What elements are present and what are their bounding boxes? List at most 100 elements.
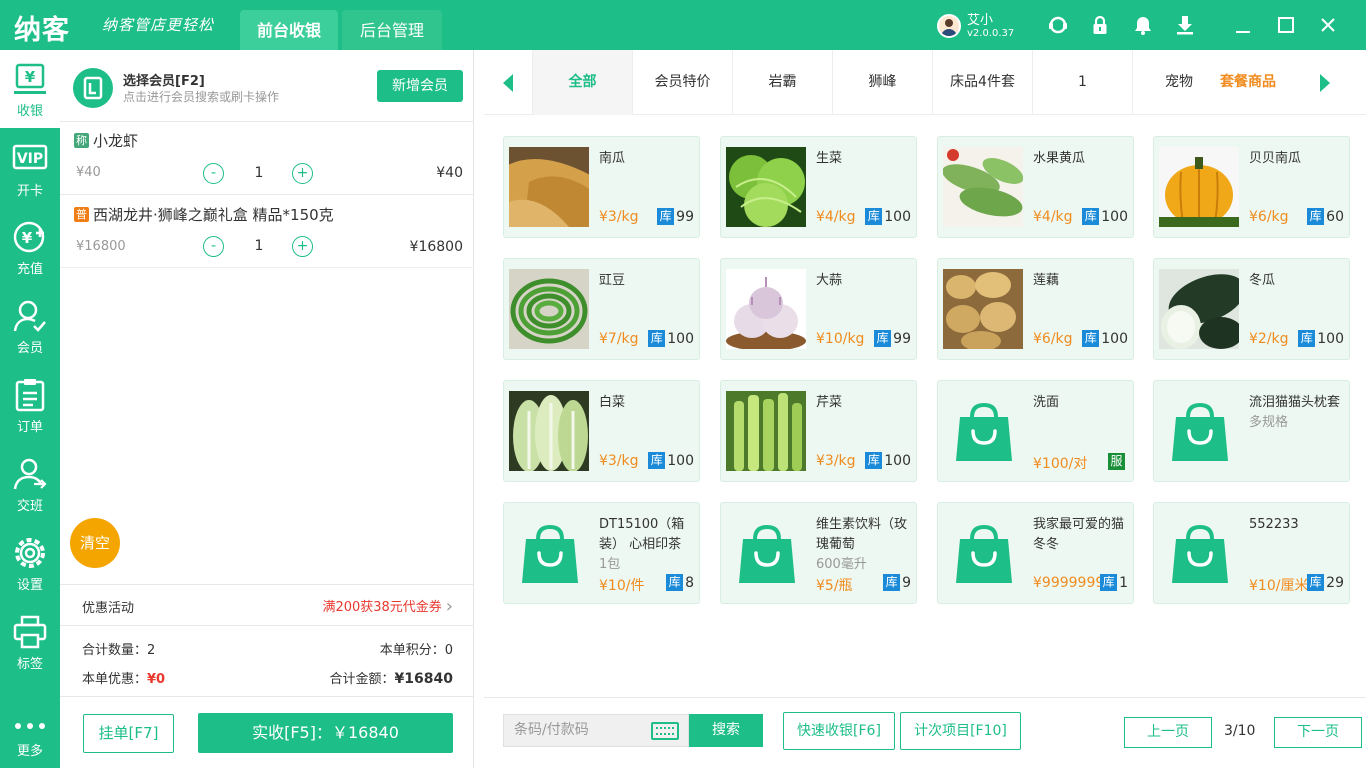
qty-minus-button[interactable]: -: [203, 163, 224, 184]
tab-front-cashier[interactable]: 前台收银: [240, 10, 338, 50]
pay-button[interactable]: 实收[F5]：￥16840: [198, 713, 453, 753]
close-icon[interactable]: [1317, 14, 1339, 36]
support-icon[interactable]: [1047, 14, 1069, 36]
product-stock: 库9: [883, 574, 911, 591]
quick-checkout-button[interactable]: 快速收银[F6]: [783, 712, 895, 750]
category-tab[interactable]: 狮峰: [832, 50, 932, 115]
vip-card-icon: VIP: [12, 144, 48, 170]
select-member-title[interactable]: 选择会员[F2]: [123, 70, 205, 89]
search-button[interactable]: 搜索: [689, 714, 763, 747]
qty-plus-button[interactable]: +: [292, 236, 313, 257]
shopping-bag-icon: [1172, 403, 1228, 461]
sidebar-item-member[interactable]: 会员: [0, 287, 60, 365]
avatar[interactable]: [937, 14, 961, 38]
product-card[interactable]: 维生素饮料（玫瑰葡萄 600毫升 ¥5/瓶 库9: [720, 502, 917, 604]
product-card[interactable]: 冬瓜 ¥2/kg 库 100: [1153, 258, 1350, 360]
discount-row: 本单优惠：¥0: [82, 672, 166, 687]
garlic-image: [726, 269, 806, 349]
category-tab[interactable]: 床品4件套: [932, 50, 1032, 115]
count-items-button[interactable]: 计次项目[F10]: [900, 712, 1021, 750]
product-name: 维生素饮料（玫瑰葡萄 600毫升: [816, 517, 908, 572]
category-tab[interactable]: 1: [1032, 50, 1132, 115]
tab-back-office[interactable]: 后台管理: [342, 10, 442, 50]
product-card[interactable]: 南瓜 ¥3/kg 库 99: [503, 136, 700, 238]
category-tab[interactable]: 岩霸: [732, 50, 832, 115]
product-card[interactable]: 流泪猫猫头枕套 多规格: [1153, 380, 1350, 482]
cart-panel: 选择会员[F2] 点击进行会员搜索或刷卡操作 新增会员 称小龙虾 ¥40 - 1…: [60, 50, 474, 768]
product-name: 贝贝南瓜: [1249, 151, 1302, 166]
member-icon: [13, 300, 46, 332]
promo-value[interactable]: 满200获38元代金券: [322, 596, 453, 617]
product-price: ¥5/瓶: [816, 578, 853, 594]
product-card[interactable]: 我家最可爱的猫冬冬 ¥9999999 库1: [937, 502, 1134, 604]
product-spec: 多规格: [1249, 415, 1289, 430]
qty-plus-button[interactable]: +: [292, 163, 313, 184]
amount-row: 合计金额：¥16840: [329, 671, 453, 687]
category-tab[interactable]: 全部: [532, 50, 632, 115]
product-card[interactable]: 芹菜 ¥3/kg 库 100: [720, 380, 917, 482]
product-card[interactable]: 552233 ¥10/厘米 库 29: [1153, 502, 1350, 604]
hang-order-button[interactable]: 挂单[F7]: [83, 714, 174, 753]
product-card[interactable]: 生菜 ¥4/kg 库 100: [720, 136, 917, 238]
sidebar-item-label: 标签: [16, 657, 43, 672]
more-dots-icon: [15, 723, 45, 729]
sidebar-item-label: 充值: [16, 262, 43, 277]
cart-item-name: 称小龙虾: [74, 132, 139, 150]
product-card[interactable]: 贝贝南瓜 ¥6/kg 库 60: [1153, 136, 1350, 238]
product-name: 豇豆: [599, 273, 626, 288]
product-card[interactable]: 洗面 ¥100/对 服: [937, 380, 1134, 482]
divider: [60, 625, 474, 626]
sidebar-item-shift[interactable]: 交班: [0, 445, 60, 523]
sidebar-item-labels[interactable]: 标签: [0, 603, 60, 681]
sidebar-item-open-card[interactable]: VIP 开卡: [0, 130, 60, 208]
category-next-arrow[interactable]: [1300, 50, 1348, 115]
sidebar-item-orders[interactable]: 订单: [0, 366, 60, 444]
bell-icon[interactable]: [1132, 14, 1154, 36]
product-stock: 库8: [666, 574, 694, 591]
product-name: 水果黄瓜: [1033, 151, 1086, 166]
product-stock: 库 100: [865, 208, 911, 225]
product-card[interactable]: DT15100（箱装） 心相印茶 1包 ¥10/件 库8: [503, 502, 700, 604]
add-member-button[interactable]: 新增会员: [377, 70, 463, 102]
category-combo-tab[interactable]: 套餐商品: [1220, 50, 1276, 115]
product-card[interactable]: 豇豆 ¥7/kg 库 100: [503, 258, 700, 360]
product-card[interactable]: 大蒜 ¥10/kg 库 99: [720, 258, 917, 360]
app-slogan: 纳客管店更轻松: [102, 16, 215, 34]
category-tab[interactable]: 宠物: [1132, 50, 1232, 115]
product-price: ¥6/kg: [1033, 331, 1073, 347]
cucumber-image: [943, 147, 1023, 227]
category-prev-arrow[interactable]: [484, 50, 532, 115]
sidebar-item-more[interactable]: 更多: [0, 710, 60, 768]
product-price: ¥10/厘米: [1249, 578, 1309, 594]
product-name: 莲藕: [1033, 273, 1060, 288]
lock-icon[interactable]: [1089, 14, 1111, 36]
prev-page-button[interactable]: 上一页: [1124, 717, 1212, 748]
potato-image: [943, 269, 1023, 349]
product-name: 大蒜: [816, 273, 843, 288]
qty-value[interactable]: 1: [244, 238, 274, 254]
qty-value[interactable]: 1: [244, 165, 274, 181]
maximize-icon[interactable]: [1275, 14, 1297, 36]
product-card[interactable]: 白菜 ¥3/kg 库 100: [503, 380, 700, 482]
sidebar-item-cashier[interactable]: ¥ 收银: [0, 50, 60, 128]
sidebar-item-settings[interactable]: 设置: [0, 524, 60, 602]
printer-icon: [13, 615, 47, 649]
normal-tag: 普: [74, 207, 89, 222]
product-stock: 库 100: [648, 452, 694, 469]
product-card[interactable]: 莲藕 ¥6/kg 库 100: [937, 258, 1134, 360]
category-tab[interactable]: 会员特价: [632, 50, 732, 115]
sidebar-item-recharge[interactable]: ¥ 充值: [0, 208, 60, 286]
clear-cart-button[interactable]: 清空: [70, 518, 120, 568]
product-card[interactable]: 水果黄瓜 ¥4/kg 库 100: [937, 136, 1134, 238]
product-name: 白菜: [599, 395, 626, 410]
product-price: ¥7/kg: [599, 331, 639, 347]
qty-minus-button[interactable]: -: [203, 236, 224, 257]
next-page-button[interactable]: 下一页: [1274, 717, 1362, 748]
member-select-icon[interactable]: [73, 68, 113, 108]
download-icon[interactable]: [1174, 14, 1196, 36]
keyboard-icon[interactable]: [651, 722, 679, 740]
page-indicator: 3/10: [1224, 723, 1256, 739]
minimize-icon[interactable]: [1232, 14, 1254, 36]
user-name: 艾小: [967, 13, 994, 28]
cabbage-image: [509, 391, 589, 471]
